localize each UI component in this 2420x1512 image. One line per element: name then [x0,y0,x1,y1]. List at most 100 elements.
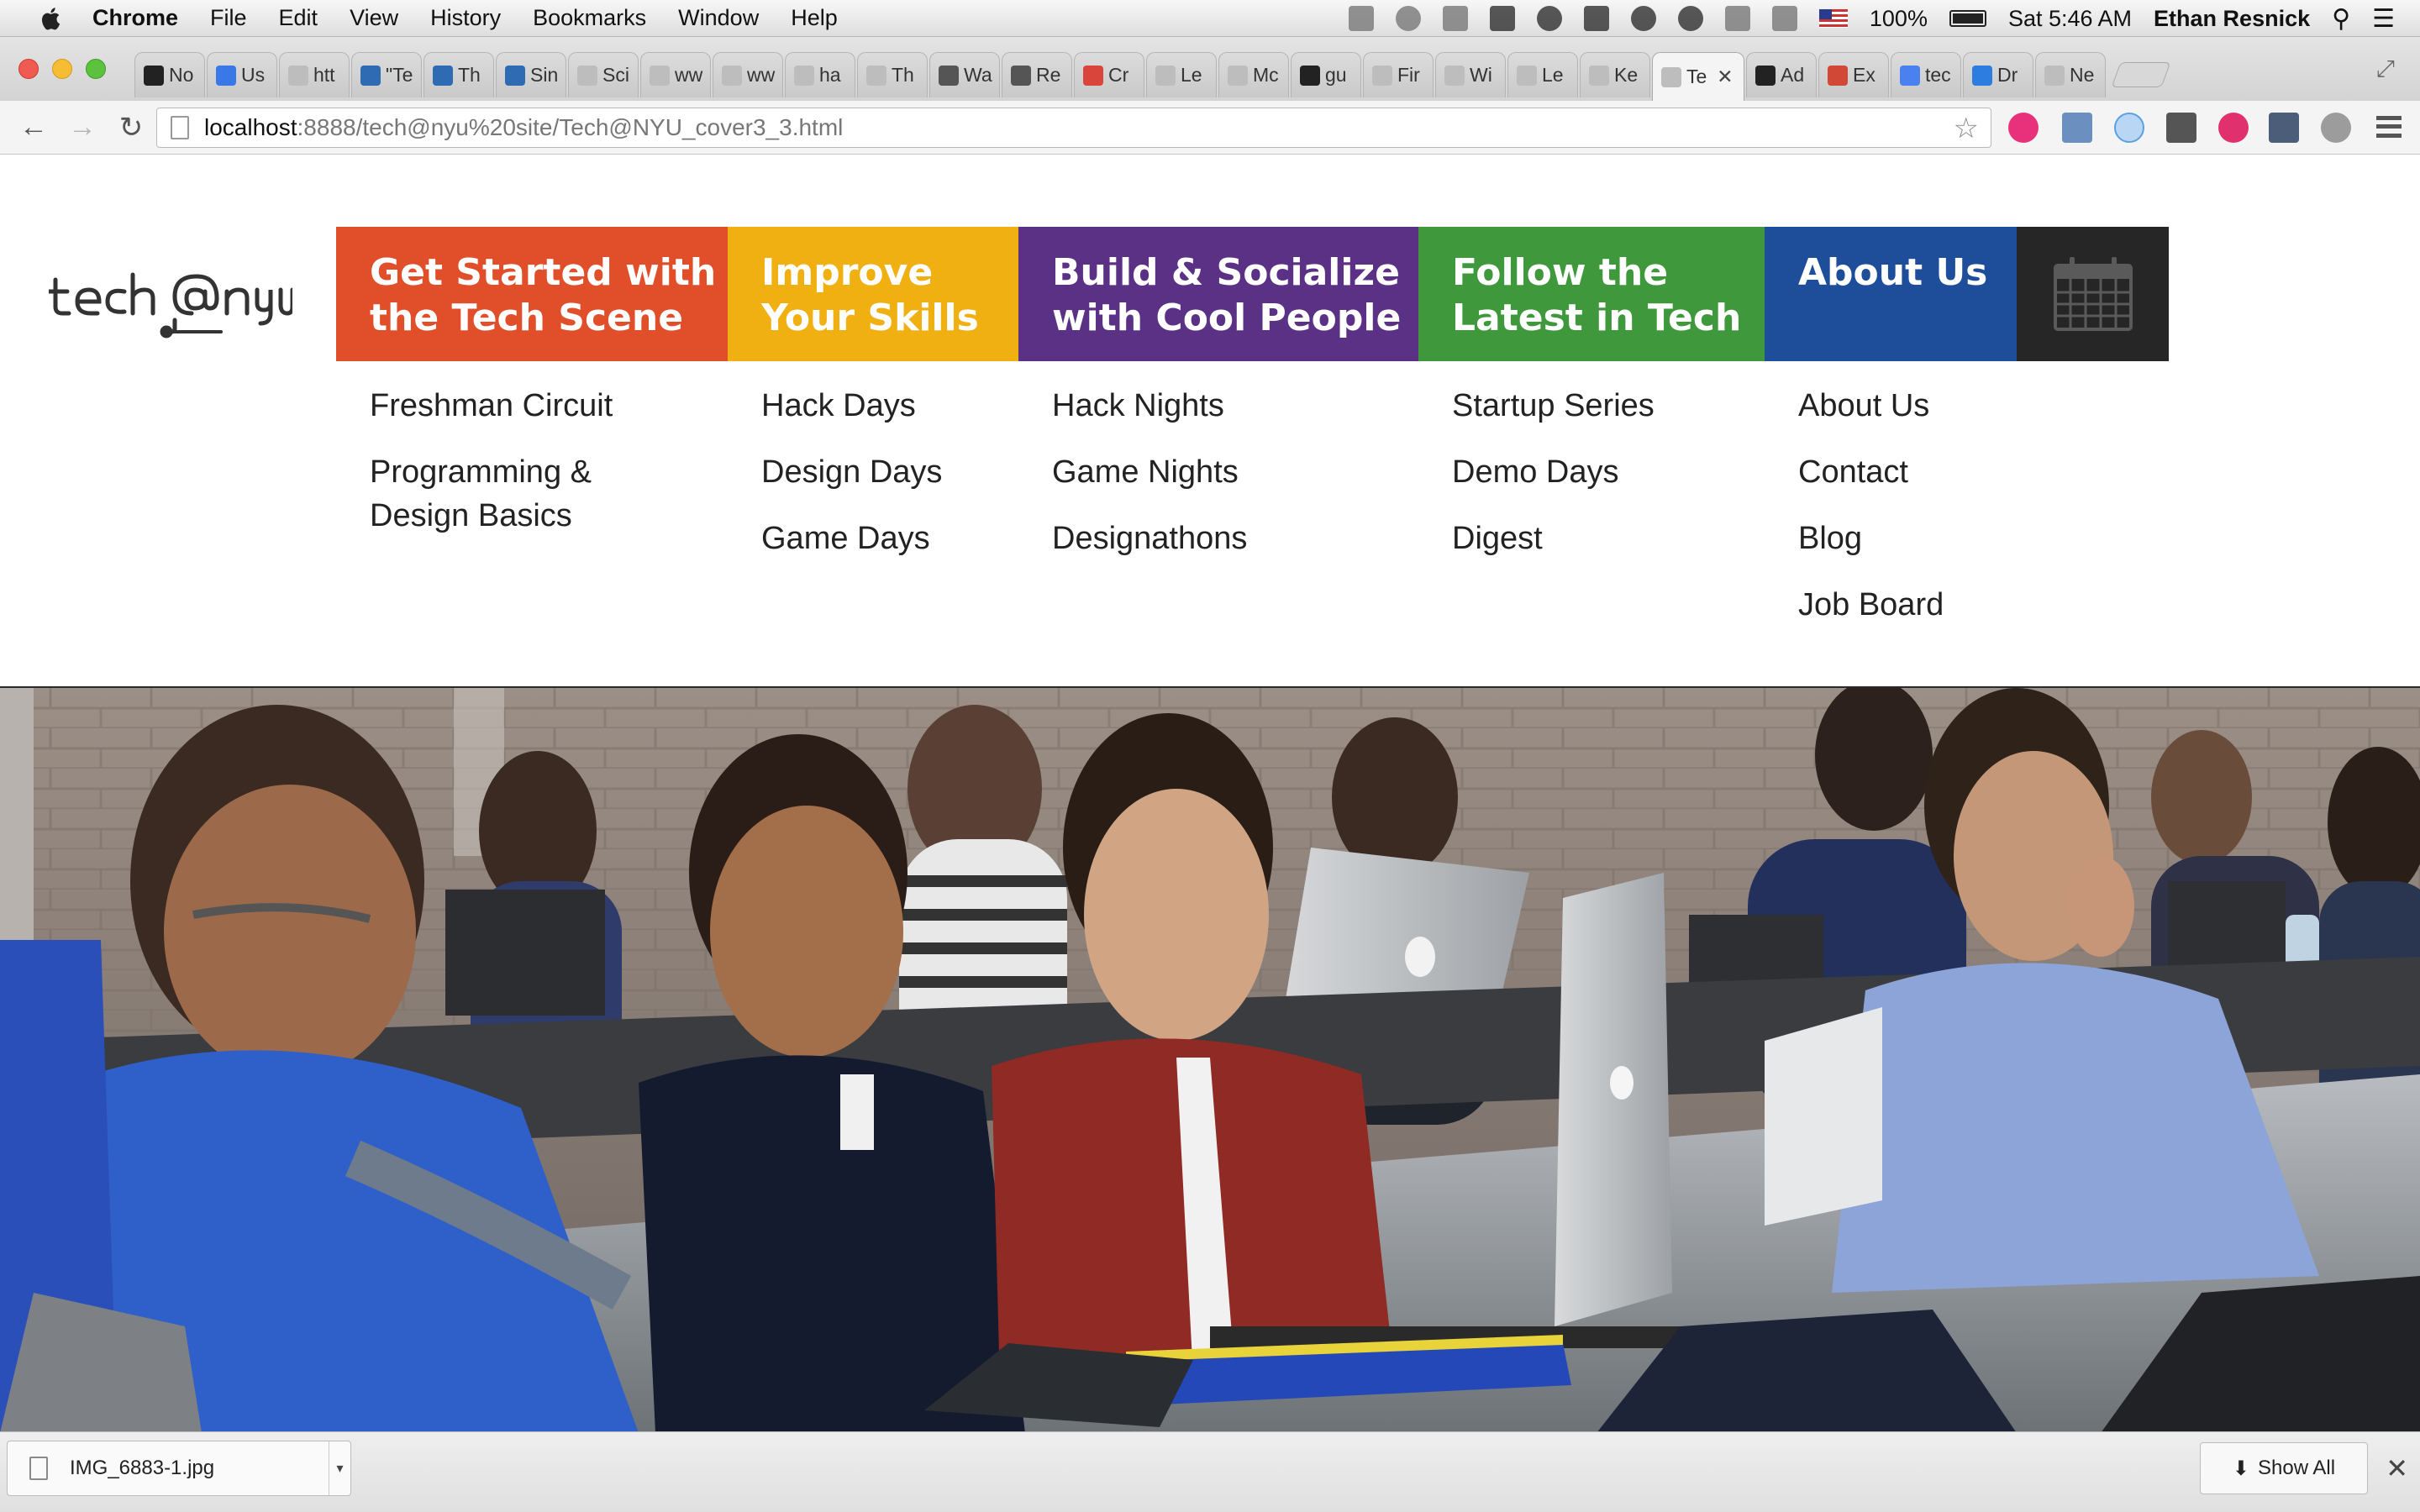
tab[interactable]: Fir [1363,52,1434,97]
link-blog[interactable]: Blog [1798,517,1944,560]
link-hack-nights[interactable]: Hack Nights [1052,384,1247,428]
tab[interactable]: Dr [1963,52,2033,97]
link-line: Programming & [370,454,592,490]
link-designathons[interactable]: Designathons [1052,517,1247,560]
nav-tile-follow-latest[interactable]: Follow the Latest in Tech [1418,227,1765,361]
tab[interactable]: Sin [496,52,566,97]
link-game-nights[interactable]: Game Nights [1052,450,1247,494]
notification-center-icon[interactable]: ☰ [2372,4,2395,34]
close-shelf-icon[interactable]: ✕ [2386,1452,2408,1484]
menu-edit[interactable]: Edit [279,5,318,31]
new-tab-button[interactable] [2111,62,2171,87]
menu-window[interactable]: Window [678,5,759,31]
adblock-plus-icon[interactable] [2321,113,2351,143]
tab[interactable]: Wi [1435,52,1506,97]
show-all-downloads-button[interactable]: ⬇ Show All [2200,1442,2368,1494]
nav-tile-get-started[interactable]: Get Started with the Tech Scene [336,227,728,361]
tab[interactable]: Ad [1746,52,1817,97]
volume-icon[interactable] [1771,6,1797,31]
tab[interactable]: Re [1002,52,1072,97]
tab[interactable]: Th [857,52,928,97]
download-options-caret-icon[interactable]: ▾ [329,1441,350,1495]
link-design-days[interactable]: Design Days [761,450,942,494]
tab[interactable]: ha [785,52,855,97]
spotlight-icon[interactable]: ⚲ [2332,4,2350,34]
link-job-board[interactable]: Job Board [1798,583,1944,627]
extension-dot-icon[interactable] [2114,113,2144,143]
clock[interactable]: Sat 5:46 AM [2008,6,2132,32]
apple-menu-icon[interactable] [34,6,67,31]
tab[interactable]: htt [279,52,350,97]
menu-history[interactable]: History [430,5,501,31]
extension-stack-icon[interactable] [2269,113,2299,143]
link-demo-days[interactable]: Demo Days [1452,450,1655,494]
extension-pink-icon[interactable] [2218,113,2249,143]
tab[interactable]: tec [1891,52,1961,97]
tab[interactable]: ww [713,52,783,97]
nav-tile-build-socialize[interactable]: Build & Socialize with Cool People [1018,227,1418,361]
url-host: localhost [204,114,297,140]
bookmark-star-icon[interactable]: ☆ [1954,112,1979,145]
chrome-menu-icon[interactable] [2376,116,2402,138]
wifi-icon[interactable] [1724,6,1750,31]
headphones-icon[interactable] [1630,6,1656,31]
no-entry-icon[interactable] [1536,6,1562,31]
link-programming-design-basics[interactable]: Programming & Design Basics [370,450,613,538]
minimize-window-button[interactable] [52,59,72,79]
tab[interactable]: Ex [1818,52,1889,97]
home-icon[interactable] [1489,6,1515,31]
back-button[interactable]: ← [18,111,49,144]
extension-wrench-icon[interactable] [2166,113,2196,143]
close-tab-icon[interactable]: ✕ [1717,66,1733,88]
forward-button[interactable]: → [67,111,97,144]
tab[interactable]: Sci [568,52,639,97]
tab[interactable]: gu [1291,52,1361,97]
nav-tile-about-us[interactable]: About Us [1765,227,2017,361]
link-startup-series[interactable]: Startup Series [1452,384,1655,428]
tab[interactable]: Le [1507,52,1578,97]
link-freshman-circuit[interactable]: Freshman Circuit [370,384,613,428]
extension-plus-icon[interactable] [2008,113,2039,143]
tab[interactable]: No [134,52,205,97]
link-about-us[interactable]: About Us [1798,384,1944,428]
menu-bookmarks[interactable]: Bookmarks [533,5,646,31]
tab-active[interactable]: Te ✕ [1652,52,1744,101]
tech-at-nyu-logo[interactable] [49,255,292,347]
link-hack-days[interactable]: Hack Days [761,384,942,428]
tab[interactable]: "Te [351,52,422,97]
tab[interactable]: Th [424,52,494,97]
battery-percent[interactable]: 100% [1870,6,1928,32]
tab[interactable]: Ne [2035,52,2106,97]
nav-tile-improve-skills[interactable]: Improve Your Skills [728,227,1018,361]
address-bar[interactable]: localhost:8888/tech@nyu%20site/Tech@NYU_… [156,108,1991,148]
link-digest[interactable]: Digest [1452,517,1655,560]
tab[interactable]: ww [640,52,711,97]
reload-button[interactable]: ↻ [116,111,146,144]
notes-icon[interactable] [1348,6,1374,31]
fullscreen-icon[interactable]: ⤢ [2376,55,2395,83]
calendar-tile[interactable] [2017,227,2169,361]
sync-icon[interactable] [1395,6,1421,31]
menu-file[interactable]: File [210,5,247,31]
drive-icon[interactable] [1442,6,1468,31]
download-item[interactable]: IMG_6883-1.jpg ▾ [7,1441,351,1496]
tab[interactable]: Cr [1074,52,1144,97]
tab[interactable]: Us [207,52,277,97]
creative-cloud-icon[interactable] [1677,6,1703,31]
link-contact[interactable]: Contact [1798,450,1944,494]
menu-view[interactable]: View [350,5,398,31]
zoom-window-button[interactable] [86,59,106,79]
link-game-days[interactable]: Game Days [761,517,942,560]
tab[interactable]: Ke [1580,52,1650,97]
user-name[interactable]: Ethan Resnick [2154,6,2310,32]
menu-help[interactable]: Help [791,5,838,31]
tab[interactable]: Le [1146,52,1217,97]
extension-tools-icon[interactable] [2062,113,2092,143]
menu-app-name[interactable]: Chrome [92,5,178,31]
close-window-button[interactable] [18,59,39,79]
wrench-icon[interactable] [1583,6,1609,31]
battery-icon[interactable] [1949,10,1986,27]
tab[interactable]: Wa [929,52,1000,97]
tab[interactable]: Mc [1218,52,1289,97]
input-source-flag-icon[interactable] [1818,9,1848,28]
